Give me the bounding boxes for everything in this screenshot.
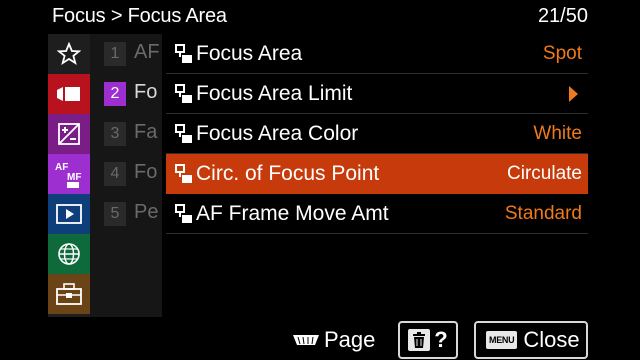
- submenu-item-5[interactable]: 5 Pe: [90, 194, 162, 234]
- close-label: Close: [523, 327, 580, 352]
- sidebar-tab-playback[interactable]: [48, 194, 90, 234]
- menu-item-focus-area-color[interactable]: Focus Area Color White: [166, 114, 588, 154]
- menu-item-focus-area-limit[interactable]: Focus Area Limit: [166, 74, 588, 114]
- focus-setting-icon: [175, 44, 192, 63]
- page-counter: 21/50: [537, 5, 588, 27]
- menu-item-label: Focus Area: [196, 42, 303, 65]
- exposure-icon: [58, 123, 80, 145]
- submenu-item-2[interactable]: 2 Fo: [90, 74, 162, 114]
- submenu-number: 3: [104, 122, 126, 146]
- menu-item-label: Focus Area Limit: [196, 82, 353, 105]
- menu-item-label: Focus Area Color: [196, 122, 359, 145]
- svg-text:MF: MF: [67, 172, 81, 183]
- menu-item-label: Circ. of Focus Point: [196, 162, 380, 185]
- menu-item-af-frame-move-amt[interactable]: AF Frame Move Amt Standard: [166, 194, 588, 234]
- sidebar-tab-exposure-color[interactable]: [48, 114, 90, 154]
- sidebar-tab-setup[interactable]: [48, 274, 90, 314]
- submenu-label: AF: [134, 41, 160, 63]
- submenu-label: Fo: [134, 81, 158, 103]
- menu-item-value: White: [533, 123, 582, 144]
- playback-icon: [56, 204, 82, 224]
- focus-setting-icon: [175, 84, 192, 103]
- submenu-number: 4: [104, 162, 126, 186]
- control-wheel-icon: [293, 335, 319, 345]
- submenu-item-3[interactable]: 3 Fa: [90, 114, 162, 154]
- focus-setting-icon: [175, 164, 192, 183]
- settings-panel: Focus Area Spot Focus Area Limit Focus A…: [162, 34, 590, 317]
- sidebar-tab-focus[interactable]: AF MF: [48, 154, 90, 194]
- submenu-item-1[interactable]: 1 AF: [90, 34, 162, 74]
- movie-camera-icon: [57, 87, 80, 101]
- submenu-label: Fo: [134, 161, 158, 183]
- star-icon: [57, 42, 81, 65]
- submenu-label: Pe: [134, 201, 159, 223]
- submenu-pages: 1 AF 2 Fo 3 Fa 4 Fo 5 Pe: [90, 34, 162, 317]
- menu-item-value: Standard: [504, 203, 582, 224]
- network-globe-icon: [58, 243, 80, 265]
- trash-icon: [408, 329, 431, 351]
- menu-item-value: Circulate: [507, 163, 582, 184]
- menu-item-value: Spot: [542, 43, 582, 64]
- menu-item-circ-of-focus-point[interactable]: Circ. of Focus Point Circulate: [166, 154, 588, 194]
- focus-setting-icon: [175, 124, 192, 143]
- sidebar-tab-favorites[interactable]: [48, 34, 90, 74]
- help-label: ?: [434, 327, 448, 352]
- menu-item-label: AF Frame Move Amt: [196, 202, 389, 225]
- menu-item-focus-area[interactable]: Focus Area Spot: [166, 34, 588, 74]
- page-indicator[interactable]: Page: [292, 327, 375, 353]
- header-bar: Focus > Focus Area 21/50: [0, 0, 640, 34]
- help-button[interactable]: ?: [398, 321, 458, 359]
- page-label: Page: [324, 327, 376, 352]
- menu-key-icon: MENU: [486, 331, 518, 349]
- submenu-item-4[interactable]: 4 Fo: [90, 154, 162, 194]
- category-sidebar: AF MF: [48, 34, 90, 317]
- close-button[interactable]: MENU Close: [474, 321, 588, 359]
- sidebar-tab-network[interactable]: [48, 234, 90, 274]
- breadcrumb: Focus > Focus Area: [52, 5, 227, 27]
- chevron-right-icon: [569, 86, 578, 102]
- submenu-label: Fa: [134, 121, 158, 143]
- submenu-number: 5: [104, 202, 126, 226]
- submenu-number: 2: [104, 82, 126, 106]
- toolbox-icon: [56, 283, 82, 305]
- af-mf-icon: AF MF: [55, 162, 81, 188]
- focus-setting-icon: [175, 204, 192, 223]
- submenu-number: 1: [104, 42, 126, 66]
- footer-bar: Page ? MENU Close: [0, 317, 640, 360]
- sidebar-tab-shooting-movie[interactable]: [48, 74, 90, 114]
